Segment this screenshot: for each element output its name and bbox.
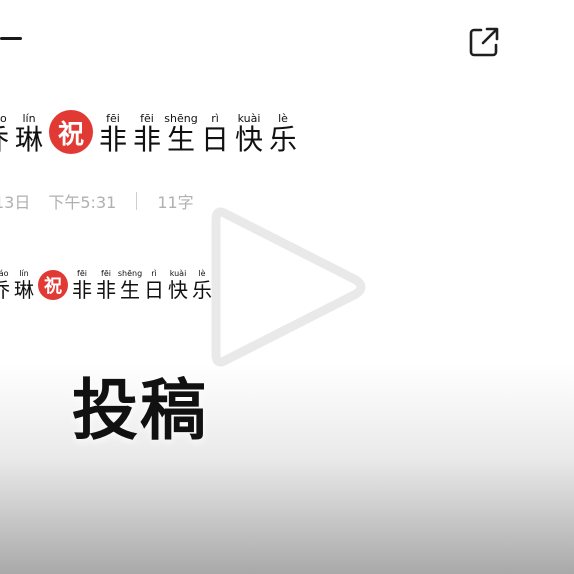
body-char: kuài 快 [166,269,190,302]
note-meta: 13日 下午5:31 11字 [0,189,194,213]
body-hanzi: 日 [144,278,164,302]
body-char: lín 琳 [12,269,36,302]
body-hanzi: 琳 [14,278,34,302]
note-body: qiáo乔lín琳祝fēi非fēi非shēng生rì日kuài快lè乐 [0,270,214,300]
title-hanzi: 快 [234,123,263,156]
body-pinyin: shēng [117,269,143,278]
body-hanzi: 乔 [0,280,10,300]
body-pinyin: fēi [77,269,87,278]
title-char: shēng 生 [164,113,198,154]
title-hanzi: 琳 [14,123,43,156]
body-hanzi: 非 [96,278,116,302]
body-char: fēi 非 [94,269,118,302]
word-count: 11字 [157,193,194,212]
note-time: 下午5:31 [48,193,117,212]
body-char: qiáo 乔 [0,269,12,301]
back-icon[interactable] [0,37,22,40]
body-hanzi: 非 [72,278,92,302]
body-char: shēng 生 [117,269,143,302]
title-hanzi: 日 [200,123,229,156]
title-hanzi: 非 [98,123,127,156]
body-char: rì 日 [142,269,166,302]
title-hanzi: 非 [132,123,161,156]
body-hanzi: 生 [120,278,140,302]
title-hanzi: 乔 [0,126,9,154]
title-char: qiáo乔 [0,113,12,154]
title-hanzi: 乐 [268,123,297,156]
play-icon[interactable] [210,202,370,372]
body-pinyin: lè [198,269,206,278]
note-title: qiáo乔lín琳祝fēi非fēi非shēng生rì日kuài快lè乐 [0,110,300,154]
title-char: fēi 非 [96,113,130,154]
title-char: rì 日 [198,113,232,154]
body-pinyin: fēi [101,269,111,278]
body-hanzi: 快 [168,278,188,302]
body-char: fēi 非 [70,269,94,302]
title-char: kuài 快 [232,113,266,154]
caption-text: 投稿 [72,372,208,449]
body-pinyin: lín [19,269,29,278]
title-badge: 祝 [49,110,93,154]
title-char: fēi 非 [130,113,164,154]
share-icon[interactable] [466,24,502,60]
body-pinyin: qiáo [0,269,9,278]
title-char: lè 乐 [266,113,300,154]
body-pinyin: rì [151,269,157,278]
body-pinyin: kuài [169,269,187,278]
title-char: lín 琳 [12,113,46,154]
title-hanzi: 生 [166,123,195,156]
meta-divider [136,192,138,210]
note-date: 13日 [0,193,31,212]
body-hanzi: 乐 [192,278,212,302]
body-badge: 祝 [38,270,68,300]
